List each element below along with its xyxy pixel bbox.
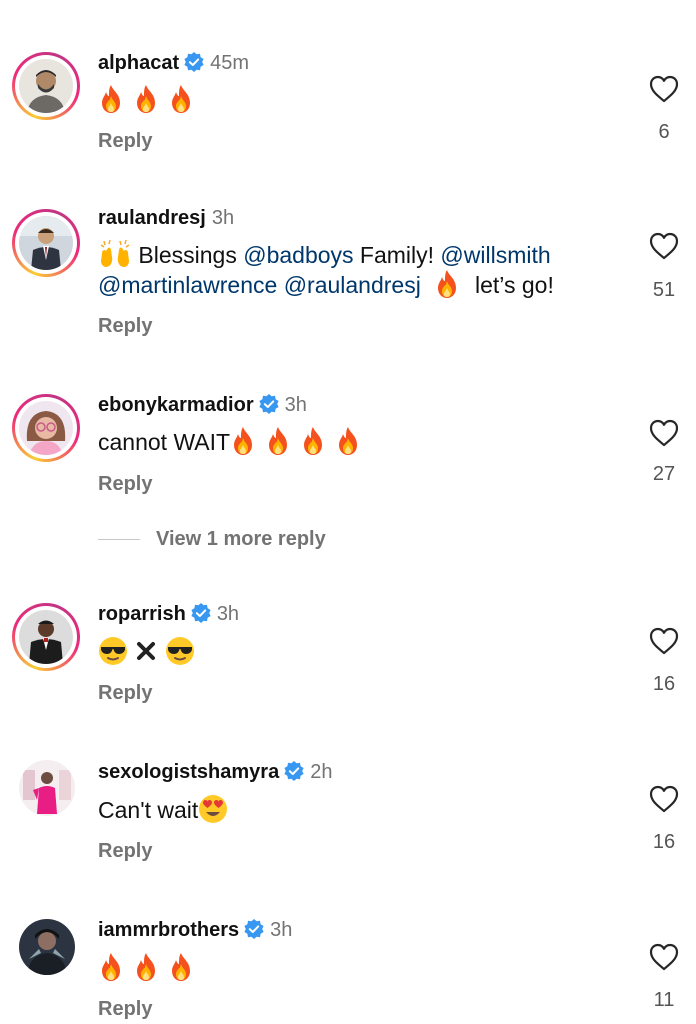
like-count: 6: [658, 121, 670, 143]
timestamp: 2h: [310, 761, 333, 783]
fire-icon: [168, 952, 194, 982]
reply-button[interactable]: Reply: [98, 315, 152, 338]
username[interactable]: ebonykarmadior: [98, 394, 254, 416]
sunglasses-face-icon: [165, 636, 195, 666]
comment-text: [98, 84, 203, 115]
comment-text: [98, 952, 203, 983]
reply-button[interactable]: Reply: [98, 840, 152, 863]
timestamp: 3h: [270, 919, 293, 941]
avatar[interactable]: [19, 401, 73, 455]
avatar[interactable]: [19, 919, 75, 975]
avatar-story-ring[interactable]: [12, 52, 80, 120]
comment-text: Can't wait: [98, 794, 228, 825]
like-count: 11: [653, 989, 675, 1011]
reply-button[interactable]: Reply: [98, 473, 152, 496]
reply-button[interactable]: Reply: [98, 130, 152, 153]
verified-badge-icon: [259, 394, 279, 414]
sunglasses-face-icon: [98, 636, 128, 666]
mention-link[interactable]: @willsmith: [440, 242, 550, 268]
reply-button[interactable]: Reply: [98, 998, 152, 1021]
fire-icon: [230, 426, 256, 456]
fire-icon: [168, 84, 194, 114]
comment-text: cannot WAIT: [98, 426, 370, 457]
avatar-container[interactable]: [12, 912, 80, 980]
avatar[interactable]: [19, 760, 75, 816]
avatar-story-ring[interactable]: [12, 603, 80, 671]
like-heart-icon[interactable]: [648, 784, 680, 814]
fire-icon: [98, 84, 124, 114]
username[interactable]: iammrbrothers: [98, 919, 239, 941]
verified-badge-icon: [191, 603, 211, 623]
avatar-story-ring[interactable]: [12, 394, 80, 462]
username[interactable]: roparrish: [98, 603, 186, 625]
fire-icon: [133, 952, 159, 982]
mention-link[interactable]: @badboys: [243, 242, 353, 268]
like-heart-icon[interactable]: [648, 626, 680, 656]
avatar[interactable]: [19, 216, 73, 270]
reply-button[interactable]: Reply: [98, 682, 152, 705]
comment-text: [98, 636, 195, 667]
cross-mark-icon: [137, 642, 156, 660]
like-count: 16: [652, 673, 676, 695]
like-heart-icon[interactable]: [648, 418, 680, 448]
like-count: 51: [652, 279, 676, 301]
mention-link[interactable]: @martinlawrence: [98, 272, 277, 298]
raised-hands-icon: [98, 239, 132, 269]
fire-icon: [434, 269, 460, 299]
like-heart-icon[interactable]: [648, 942, 680, 972]
fire-icon: [133, 84, 159, 114]
avatar[interactable]: [19, 610, 73, 664]
username[interactable]: raulandresj: [98, 207, 206, 229]
timestamp: 3h: [216, 603, 240, 625]
like-count: 27: [652, 463, 676, 485]
fire-icon: [98, 952, 124, 982]
view-more-replies-button[interactable]: View 1 more reply: [98, 528, 326, 551]
timestamp: 3h: [284, 394, 307, 416]
avatar-story-ring[interactable]: [12, 209, 80, 277]
fire-icon: [335, 426, 361, 456]
mention-link[interactable]: @raulandresj: [284, 272, 421, 298]
like-heart-icon[interactable]: [648, 231, 680, 261]
timestamp: 3h: [211, 207, 235, 229]
verified-badge-icon: [244, 919, 264, 939]
avatar-container[interactable]: [12, 753, 80, 821]
verified-badge-icon: [284, 761, 304, 781]
fire-icon: [300, 426, 326, 456]
comment-text-line2: @martinlawrence @raulandresj let’s go!: [98, 269, 554, 300]
verified-badge-icon: [184, 52, 204, 72]
username[interactable]: sexologistshamyra: [98, 761, 279, 783]
like-heart-icon[interactable]: [648, 74, 680, 104]
like-count: 16: [652, 831, 676, 853]
avatar[interactable]: [19, 59, 73, 113]
comment-text: Blessings @badboys Family! @willsmith: [98, 239, 551, 270]
timestamp: 45m: [210, 52, 250, 74]
divider-line: [98, 539, 140, 541]
heart-eyes-icon: [198, 794, 228, 824]
username[interactable]: alphacat: [98, 52, 179, 74]
fire-icon: [265, 426, 291, 456]
